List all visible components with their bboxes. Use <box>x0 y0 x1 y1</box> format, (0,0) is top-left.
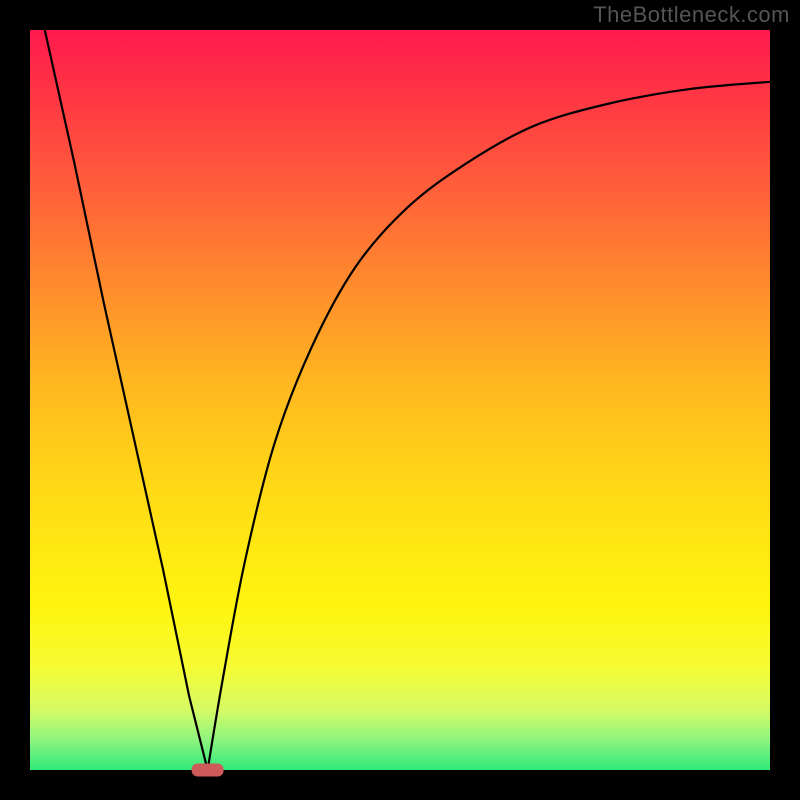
optimum-marker <box>192 764 224 777</box>
plot-svg <box>30 30 770 770</box>
chart-frame: TheBottleneck.com <box>0 0 800 800</box>
plot-area <box>30 30 770 770</box>
attribution-text: TheBottleneck.com <box>593 2 790 28</box>
bottleneck-curve <box>45 30 770 770</box>
